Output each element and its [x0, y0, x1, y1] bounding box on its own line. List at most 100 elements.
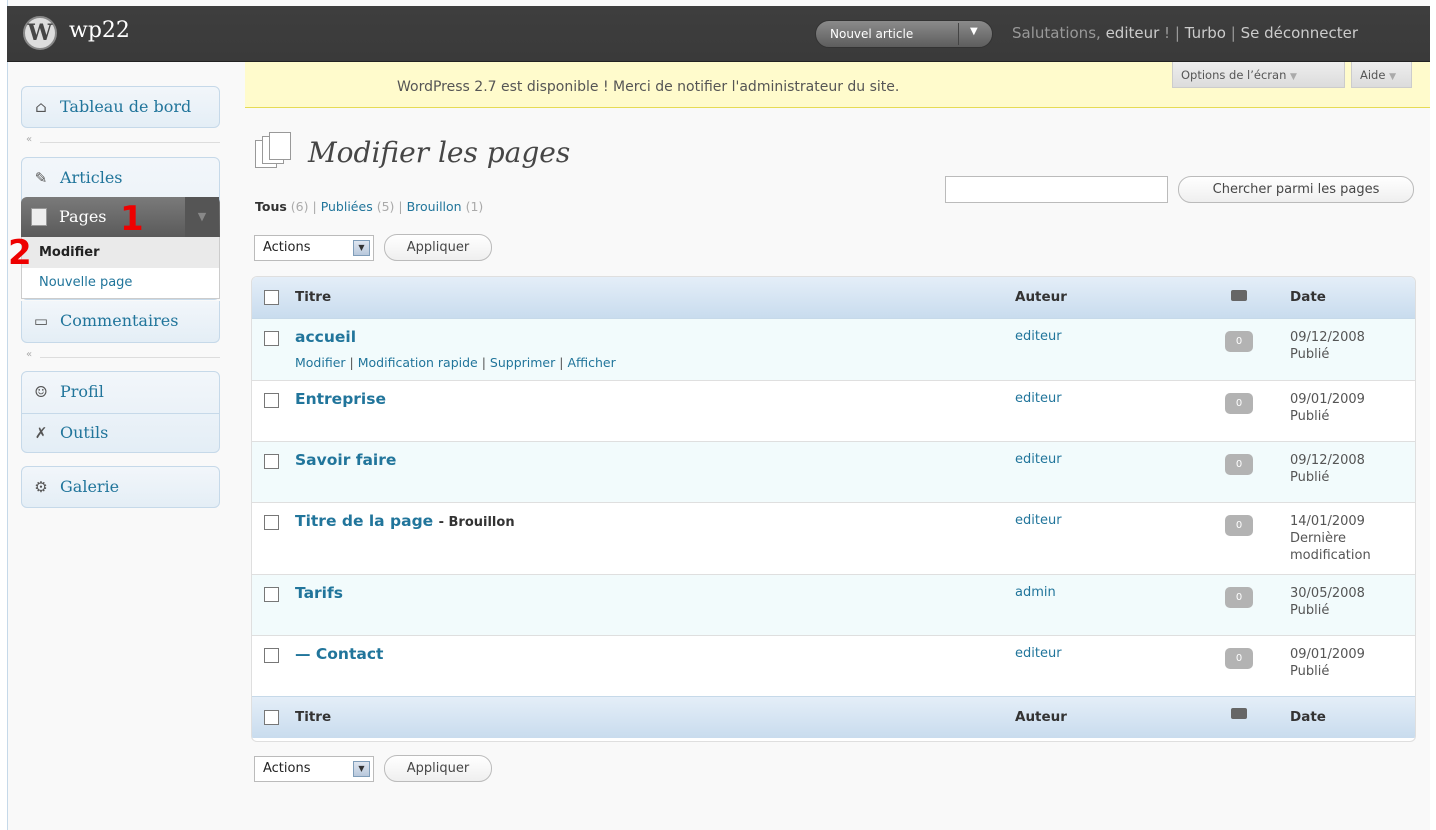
column-author-header[interactable]: Auteur — [1015, 709, 1067, 725]
new-post-separator — [958, 23, 959, 45]
separator: | — [398, 199, 403, 214]
help-button[interactable]: Aide ▼ — [1351, 62, 1412, 88]
bulk-actions-select[interactable]: Actions ▼ — [254, 235, 374, 261]
row-action-quick-edit[interactable]: Modification rapide — [358, 355, 478, 370]
pages-icon — [255, 132, 295, 172]
comment-count-badge[interactable]: 0 — [1225, 393, 1253, 414]
comment-count-badge[interactable]: 0 — [1225, 587, 1253, 608]
sidebar-item-dashboard[interactable]: ⌂ Tableau de bord — [22, 88, 219, 126]
home-icon: ⌂ — [35, 98, 47, 116]
update-notice: WordPress 2.7 est disponible ! Merci de … — [245, 62, 1430, 108]
collapse-icon[interactable]: « — [26, 349, 32, 360]
row-title-link[interactable]: Entreprise — [295, 390, 386, 408]
pushpin-icon: ✎ — [34, 169, 48, 187]
filter-published[interactable]: Publiées — [321, 199, 373, 214]
sidebar-item-gallery[interactable]: ⚙ Galerie — [22, 468, 219, 506]
table-row: Tarifs admin 0 30/05/2008 Publié — [252, 575, 1415, 636]
row-author[interactable]: editeur — [1015, 329, 1062, 344]
row-title-link[interactable]: — Contact — [295, 645, 383, 663]
select-all-checkbox[interactable] — [264, 710, 279, 725]
row-action-edit[interactable]: Modifier — [295, 355, 346, 370]
row-checkbox[interactable] — [264, 515, 279, 530]
annotation-marker: 1 — [120, 199, 144, 239]
separator: | — [481, 355, 486, 370]
row-date: 30/05/2008 Publié — [1290, 586, 1365, 618]
user-links: Salutations, editeur ! | Turbo | Se déco… — [1012, 24, 1358, 42]
pages-icon — [31, 208, 47, 226]
row-title-link[interactable]: Savoir faire — [295, 451, 396, 469]
comment-bubble-icon — [1231, 708, 1247, 719]
row-author[interactable]: admin — [1015, 585, 1056, 600]
chevron-down-icon[interactable]: ▼ — [353, 761, 370, 777]
row-date: 09/12/2008 Publié — [1290, 453, 1365, 485]
bulk-actions-select[interactable]: Actions ▼ — [254, 756, 374, 782]
column-title-header[interactable]: Titre — [295, 289, 331, 305]
apply-button[interactable]: Appliquer — [384, 234, 492, 261]
screen-options-button[interactable]: Options de l’écran ▼ — [1172, 62, 1345, 88]
menu-divider — [40, 142, 220, 143]
new-post-button[interactable]: Nouvel article ▼ — [815, 20, 993, 48]
row-checkbox[interactable] — [264, 393, 279, 408]
row-action-delete[interactable]: Supprimer — [490, 355, 555, 370]
row-date: 09/01/2009 Publié — [1290, 647, 1365, 679]
apply-button[interactable]: Appliquer — [384, 755, 492, 782]
turbo-link[interactable]: Turbo — [1185, 24, 1226, 42]
comment-bubble-icon: ▭ — [33, 312, 49, 330]
chevron-down-icon: ▼ — [1290, 72, 1297, 82]
row-action-view[interactable]: Afficher — [567, 355, 615, 370]
menu-group-users: ☺ Profil ✗ Outils — [21, 371, 220, 453]
comment-count-badge[interactable]: 0 — [1225, 454, 1253, 475]
row-actions: Modifier | Modification rapide | Supprim… — [295, 355, 616, 370]
table-footer: Titre Auteur Date — [252, 696, 1415, 738]
sidebar-item-label: Profil — [60, 382, 104, 401]
sidebar-item-posts[interactable]: ✎ Articles — [22, 159, 219, 197]
username-link[interactable]: editeur — [1106, 24, 1160, 42]
menu-group-comments: ▭ Commentaires — [21, 301, 220, 343]
menu-group-gallery: ⚙ Galerie — [21, 466, 220, 508]
chevron-down-icon[interactable]: ▼ — [353, 240, 370, 256]
sidebar-item-label: Tableau de bord — [60, 97, 192, 116]
row-title-link[interactable]: accueil — [295, 328, 356, 346]
gear-icon: ⚙ — [34, 478, 48, 496]
users-icon: ☺ — [34, 383, 48, 401]
sidebar-item-profile[interactable]: ☺ Profil — [22, 373, 219, 411]
column-author-header[interactable]: Auteur — [1015, 289, 1067, 305]
sidebar-item-comments[interactable]: ▭ Commentaires — [22, 302, 219, 340]
site-title[interactable]: wp22 — [69, 18, 130, 43]
row-checkbox[interactable] — [264, 331, 279, 346]
logout-link[interactable]: Se déconnecter — [1241, 24, 1358, 42]
row-checkbox[interactable] — [264, 587, 279, 602]
column-date-header[interactable]: Date — [1290, 289, 1326, 305]
comment-count-badge[interactable]: 0 — [1225, 515, 1253, 536]
row-author[interactable]: editeur — [1015, 646, 1062, 661]
sidebar-item-label: Commentaires — [60, 311, 179, 330]
filter-all[interactable]: Tous — [255, 199, 287, 214]
filter-draft[interactable]: Brouillon — [407, 199, 462, 214]
submenu-item-edit[interactable]: Modifier — [22, 237, 219, 268]
sidebar-item-tools[interactable]: ✗ Outils — [22, 413, 219, 451]
table-row: Entreprise editeur 0 09/01/2009 Publié — [252, 381, 1415, 442]
column-title-header[interactable]: Titre — [295, 709, 331, 725]
column-date-header[interactable]: Date — [1290, 709, 1326, 725]
search-pages-button[interactable]: Chercher parmi les pages — [1178, 176, 1414, 203]
collapse-icon[interactable]: « — [26, 134, 32, 145]
row-title-link[interactable]: Titre de la page - Brouillon — [295, 512, 515, 530]
select-all-checkbox[interactable] — [264, 290, 279, 305]
comment-count-badge[interactable]: 0 — [1225, 331, 1253, 352]
row-author[interactable]: editeur — [1015, 391, 1062, 406]
search-input[interactable] — [945, 176, 1168, 203]
row-checkbox[interactable] — [264, 454, 279, 469]
pages-table: Titre Auteur Date accueil Modifier | Mod… — [251, 276, 1416, 742]
row-checkbox[interactable] — [264, 648, 279, 663]
table-header: Titre Auteur Date — [252, 277, 1415, 319]
comment-count-badge[interactable]: 0 — [1225, 648, 1253, 669]
row-author[interactable]: editeur — [1015, 513, 1062, 528]
screen-options-label: Options de l’écran — [1181, 68, 1287, 82]
chevron-down-icon[interactable]: ▼ — [970, 26, 978, 37]
wordpress-logo-icon[interactable]: W — [23, 16, 57, 50]
bulk-actions-value: Actions — [263, 761, 311, 776]
chevron-down-icon[interactable]: ▼ — [185, 197, 219, 237]
submenu-item-new-page[interactable]: Nouvelle page — [39, 275, 132, 290]
row-author[interactable]: editeur — [1015, 452, 1062, 467]
row-title-link[interactable]: Tarifs — [295, 584, 343, 602]
